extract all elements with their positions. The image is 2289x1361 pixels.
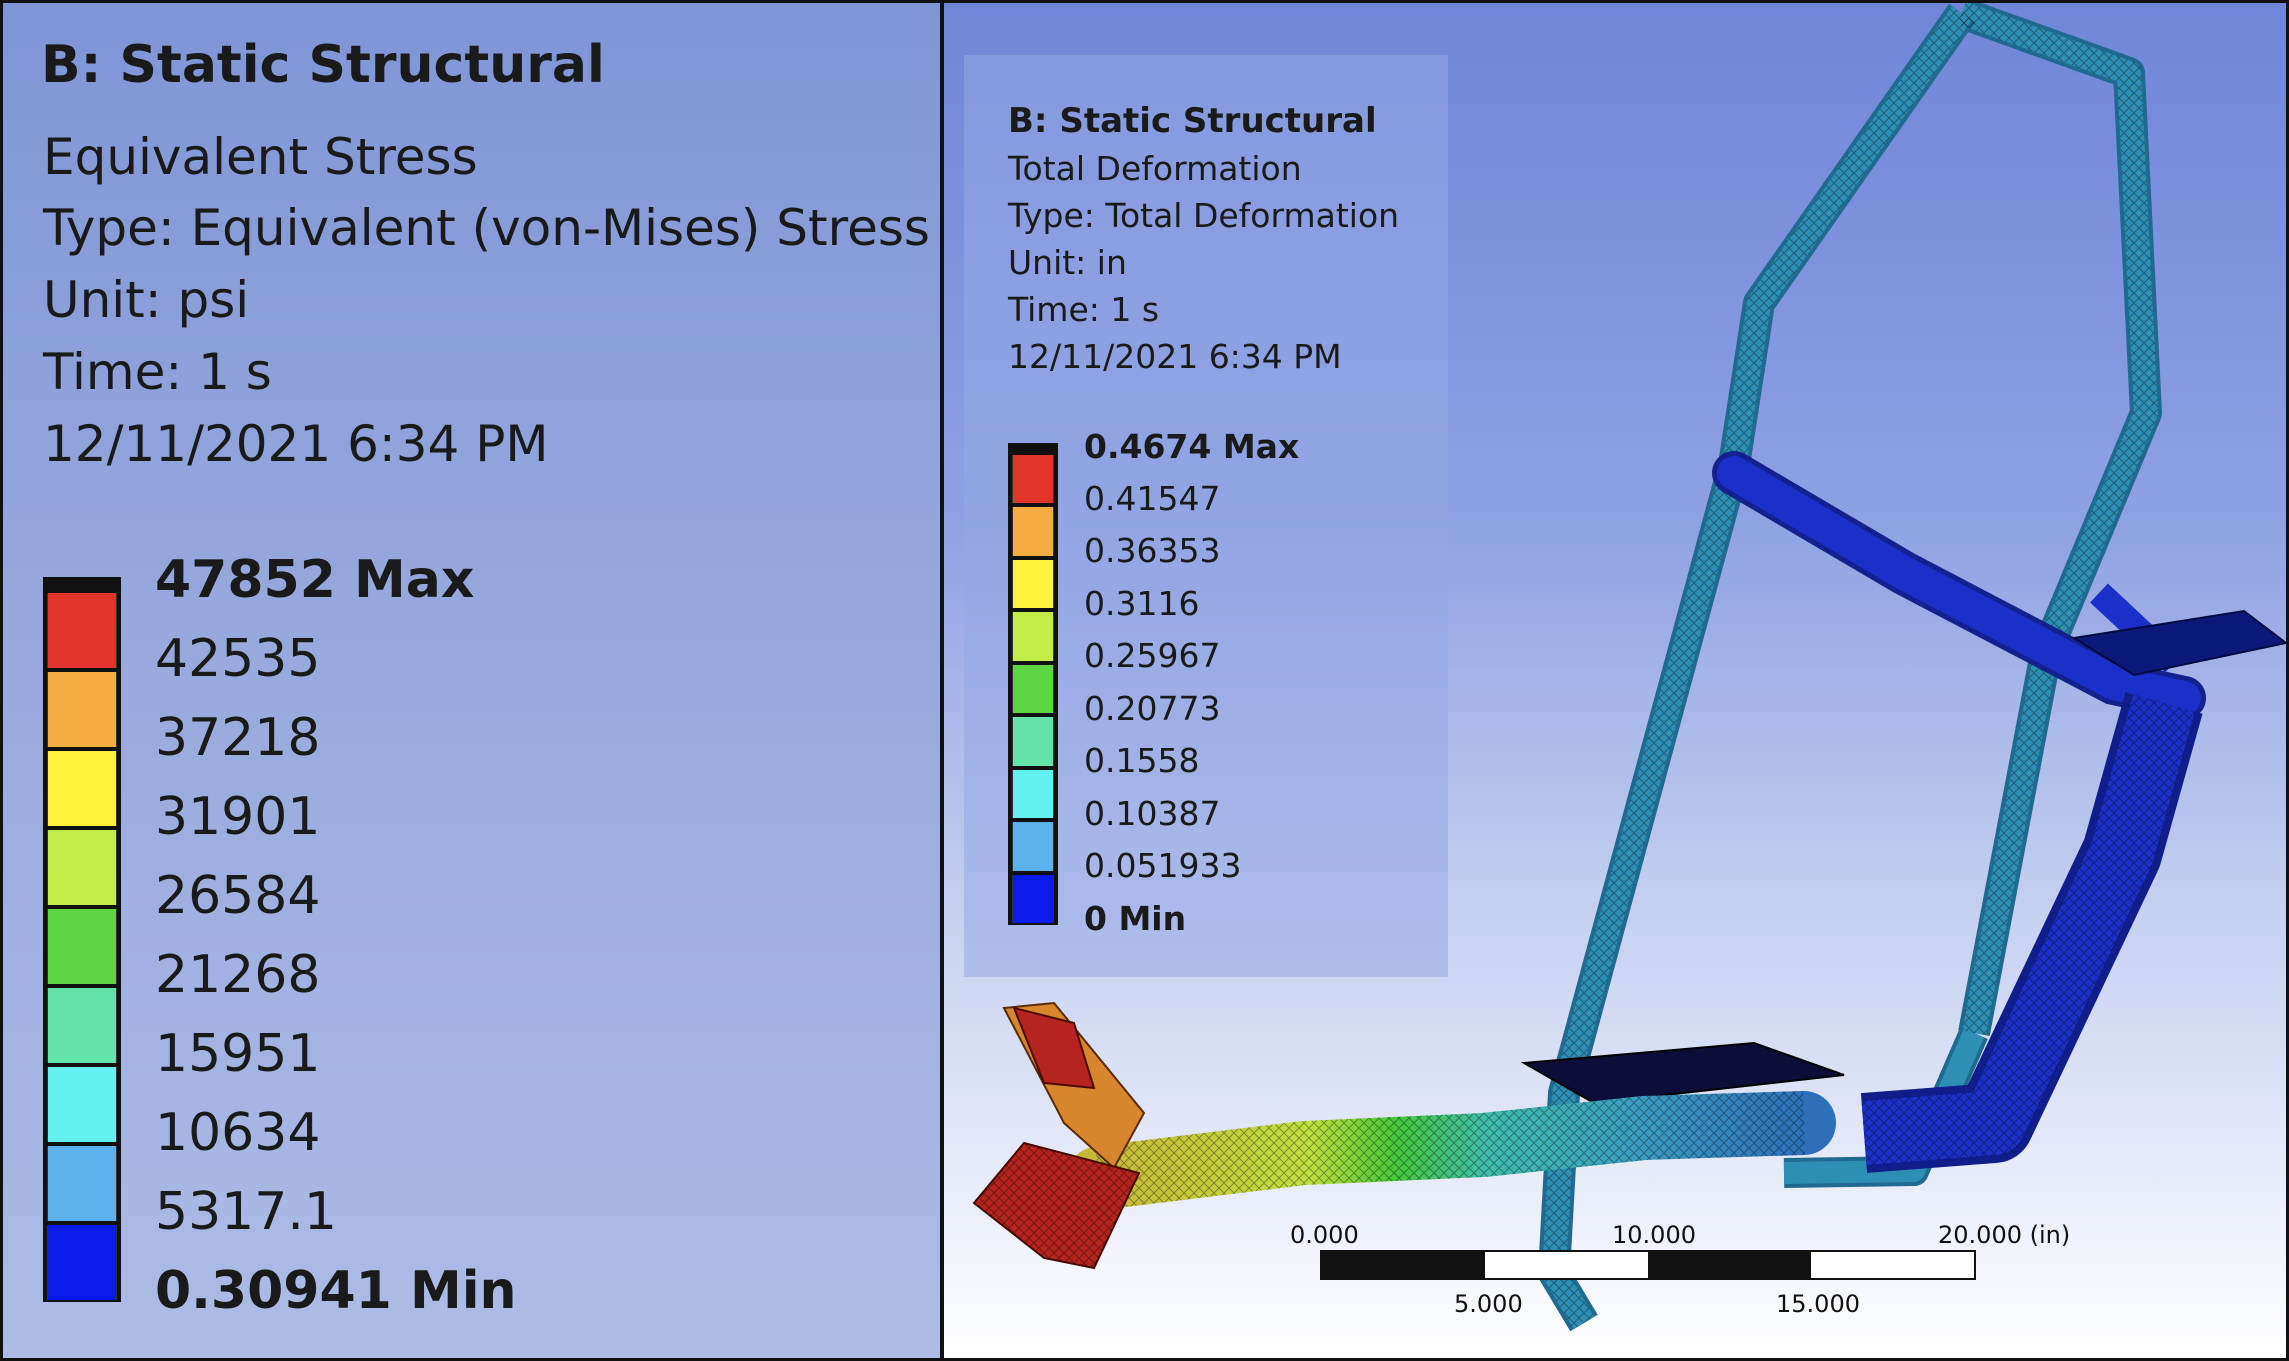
- legend-value-label: 0.10387: [1084, 793, 1221, 833]
- scale-label-5: 5.000: [1454, 1290, 1523, 1318]
- deformed-arm: [1067, 1091, 1836, 1210]
- deformation-panel-title: B: Static Structural: [1008, 101, 1377, 141]
- legend-swatch: [1012, 559, 1054, 609]
- stress-time-line: Time: 1 s: [43, 343, 272, 401]
- scale-label-15: 15.000: [1776, 1290, 1860, 1318]
- scale-label-10: 10.000: [1612, 1221, 1696, 1249]
- legend-swatch: [47, 988, 117, 1063]
- deformation-color-bar: [1008, 443, 1058, 925]
- legend-swatch: [1012, 664, 1054, 714]
- legend-value-label: 0.41547: [1084, 478, 1221, 518]
- legend-swatch: [47, 909, 117, 984]
- scale-label-0: 0.000: [1290, 1221, 1359, 1249]
- legend-min-label: 0.30941 Min: [155, 1261, 517, 1322]
- stress-result-name: Equivalent Stress: [43, 128, 478, 186]
- legend-value-label: 5317.1: [155, 1182, 337, 1243]
- scale-label-20: 20.000 (in): [1938, 1221, 2071, 1249]
- legend-value-label: 0.36353: [1084, 531, 1221, 571]
- legend-value-label: 10634: [155, 1103, 321, 1164]
- deformation-result-name: Total Deformation: [1008, 149, 1302, 188]
- stress-panel-title: B: Static Structural: [41, 35, 605, 95]
- legend-swatch: [47, 1067, 117, 1142]
- legend-value-label: 15951: [155, 1024, 321, 1085]
- legend-swatch: [1012, 455, 1054, 504]
- stress-color-bar: [43, 577, 121, 1302]
- legend-value-label: 0.051933: [1084, 846, 1242, 886]
- legend-swatch: [47, 1225, 117, 1300]
- legend-swatch: [1012, 769, 1054, 819]
- legend-swatch: [47, 672, 117, 747]
- deformation-view-panel[interactable]: B: Static Structural Total Deformation T…: [941, 0, 2289, 1361]
- legend-min-label: 0 Min: [1084, 898, 1187, 938]
- legend-value-label: 26584: [155, 866, 321, 927]
- legend-value-label: 31901: [155, 787, 321, 848]
- legend-value-label: 0.1558: [1084, 741, 1200, 781]
- legend-swatch: [47, 751, 117, 826]
- legend-value-label: 0.20773: [1084, 688, 1221, 728]
- legend-value-label: 37218: [155, 708, 321, 769]
- legend-value-label: 42535: [155, 629, 321, 690]
- stress-type-line: Type: Equivalent (von-Mises) Stress: [43, 199, 930, 257]
- legend-value-label: 0.25967: [1084, 636, 1221, 676]
- deformation-time-line: Time: 1 s: [1008, 290, 1160, 329]
- deformation-type-line: Type: Total Deformation: [1008, 196, 1400, 235]
- legend-swatch: [47, 1146, 117, 1221]
- stress-unit-line: Unit: psi: [43, 271, 250, 329]
- legend-swatch: [1012, 507, 1054, 556]
- stress-legend-panel: B: Static Structural Equivalent Stress T…: [0, 0, 943, 1361]
- legend-swatch: [47, 593, 117, 668]
- legend-max-label: 47852 Max: [155, 550, 475, 611]
- legend-swatch: [1012, 874, 1054, 923]
- stress-date-line: 12/11/2021 6:34 PM: [43, 415, 549, 473]
- legend-swatch: [1012, 822, 1054, 871]
- legend-max-label: 0.4674 Max: [1084, 426, 1300, 466]
- legend-swatch: [1012, 717, 1054, 766]
- deformation-unit-line: Unit: in: [1008, 243, 1127, 282]
- legend-value-label: 0.3116: [1084, 583, 1200, 623]
- scale-bar: [1320, 1250, 1976, 1280]
- legend-value-label: 21268: [155, 945, 321, 1006]
- legend-swatch: [47, 830, 117, 905]
- legend-swatch: [1012, 612, 1054, 661]
- end-bracket: [972, 1001, 1146, 1270]
- deformation-date-line: 12/11/2021 6:34 PM: [1008, 337, 1342, 376]
